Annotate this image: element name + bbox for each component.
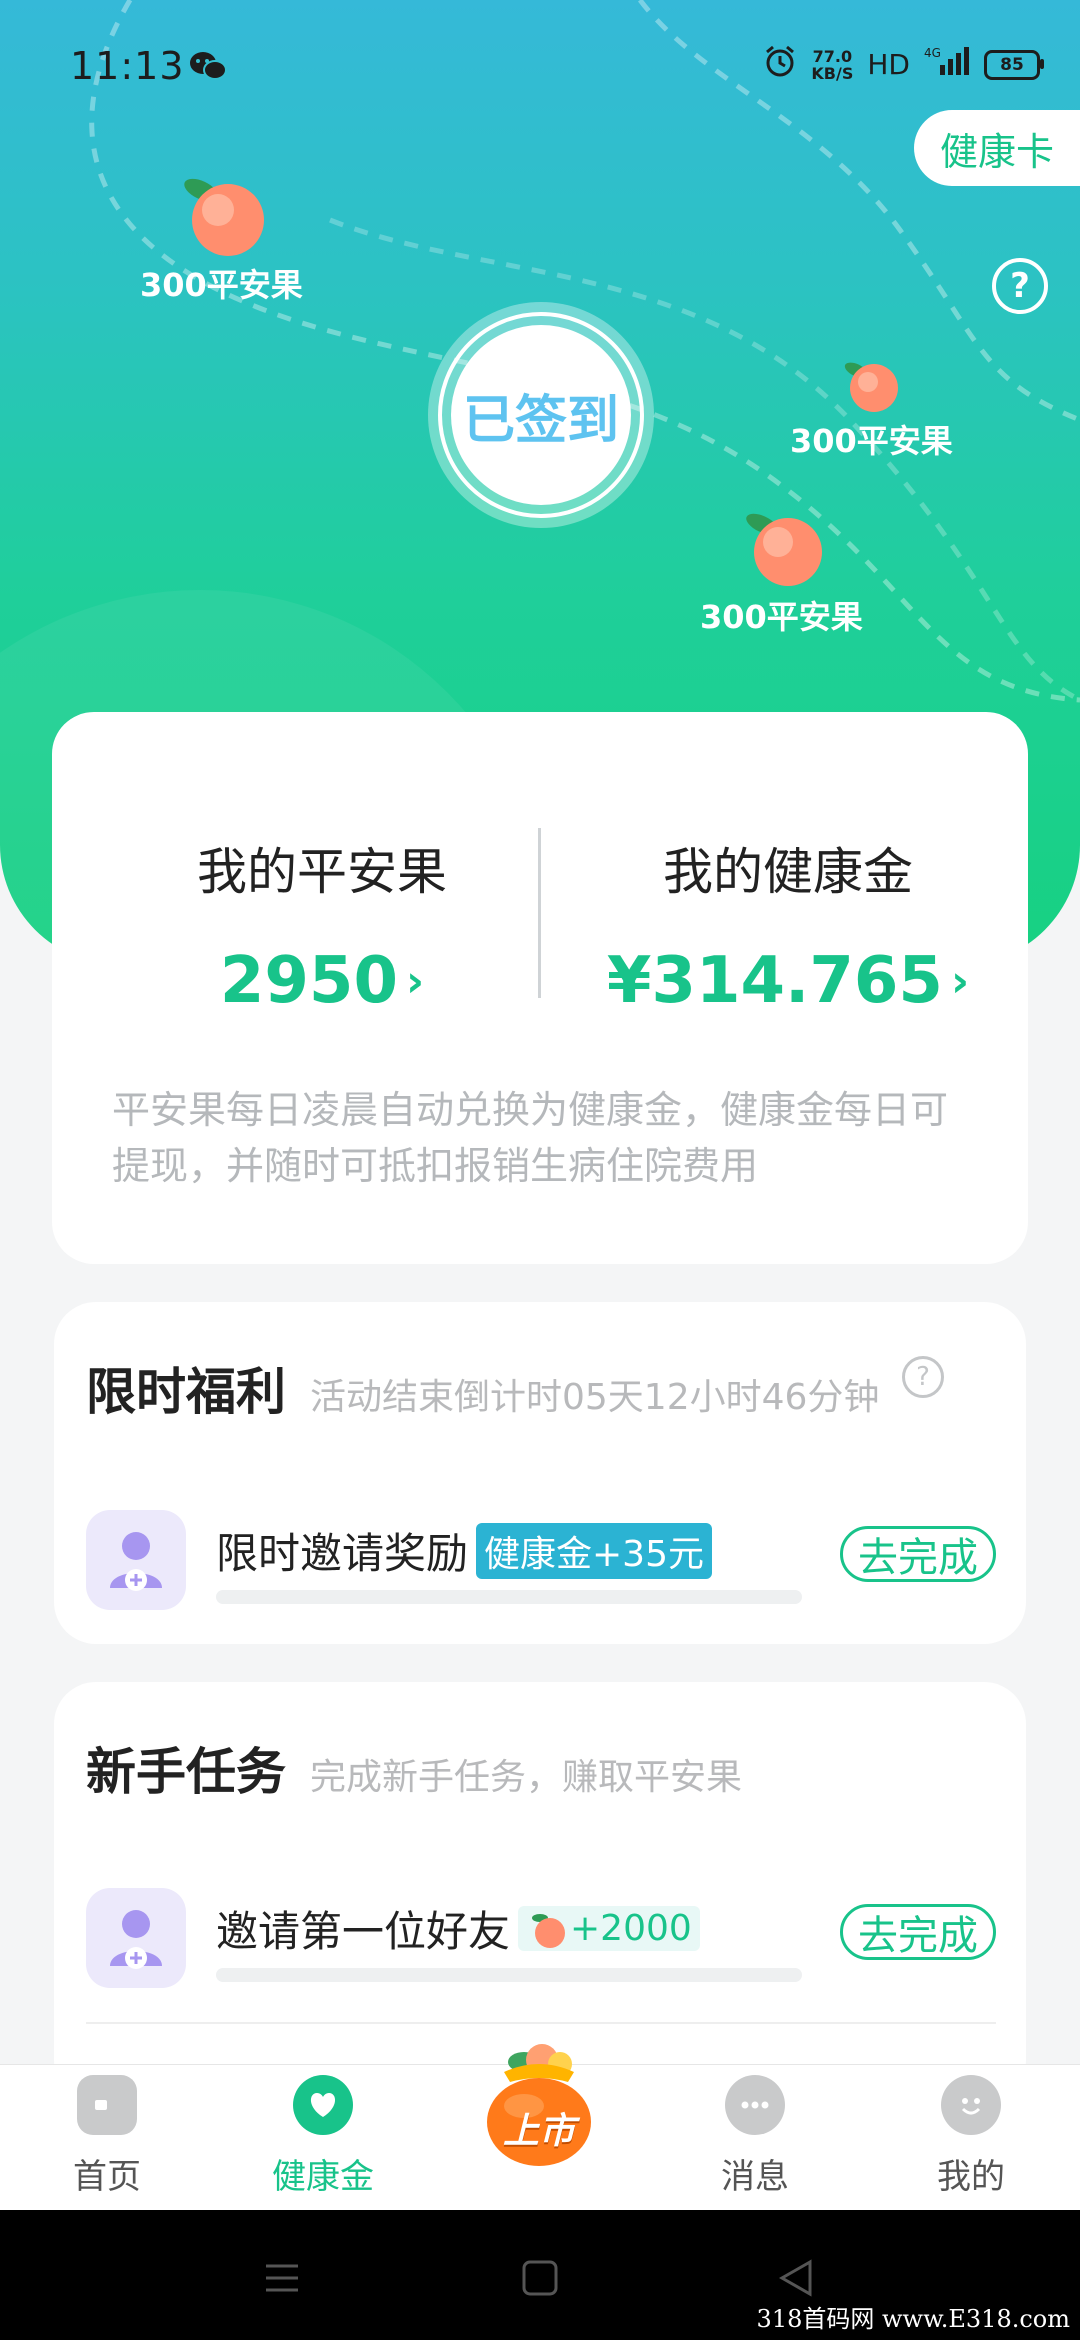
question-circle-icon[interactable]: ?: [992, 258, 1048, 314]
peach-icon: [746, 513, 823, 586]
fruit-label: 300平安果: [790, 422, 953, 460]
tab-home[interactable]: 首页: [32, 2075, 182, 2198]
invite-user-icon: [86, 1510, 186, 1610]
fruit-bubble[interactable]: 300平安果: [140, 170, 303, 306]
question-circle-icon[interactable]: ?: [902, 1356, 944, 1398]
reward-tag: +2000: [518, 1906, 700, 1951]
peace-fruit-summary[interactable]: 我的平安果 2950 ›: [102, 832, 542, 1018]
wechat-icon: [188, 50, 228, 86]
invite-user-icon: [86, 1888, 186, 1988]
home-icon: [77, 2075, 137, 2135]
chevron-right-icon: ›: [950, 956, 970, 1007]
peach-icon: [532, 1913, 566, 1948]
watermark: 318首码网 www.E318.com: [756, 2305, 1070, 2333]
exchange-note: 平安果每日凌晨自动兑换为健康金，健康金每日可提现，并随时可抵扣报销生病住院费用: [112, 1088, 949, 1188]
heart-icon: [293, 2075, 353, 2135]
peach-icon: [184, 178, 265, 256]
network-speed: 77.0 KB/S: [811, 46, 854, 83]
fruit-bubble[interactable]: 300平安果: [790, 356, 953, 462]
section-title: 新手任务: [86, 1743, 286, 1801]
fruit-label: 300平安果: [140, 266, 303, 304]
countdown-text: 活动结束倒计时05天12小时46分钟: [310, 1377, 880, 1418]
fruit-bubble[interactable]: 300平安果: [700, 506, 863, 638]
peace-fruit-title: 我的平安果: [197, 843, 447, 901]
peace-fruit-value: 2950 ›: [219, 944, 425, 1018]
tab-mine[interactable]: 我的: [896, 2075, 1046, 2198]
task-name: 邀请第一位好友 +2000: [216, 1898, 700, 1959]
alarm-icon: [763, 44, 797, 85]
task-row: 邀请第一位好友 +2000 去完成: [86, 1888, 996, 1998]
tab-health-gold[interactable]: 健康金: [248, 2075, 398, 2198]
clock: 11:13: [70, 44, 185, 88]
svg-text:4G: 4G: [924, 46, 941, 60]
go-complete-button[interactable]: 去完成: [840, 1526, 996, 1582]
chevron-right-icon: ›: [405, 956, 425, 1007]
divider: [86, 2022, 996, 2024]
status-bar: 11:13 77.0 KB/S HD 4G 85: [0, 0, 1080, 130]
peach-icon: [845, 362, 899, 412]
reward-tag: 健康金+35元: [476, 1522, 712, 1579]
limited-welfare-panel: 限时福利 活动结束倒计时05天12小时46分钟 ? 限时邀请奖励 健康金+35元…: [54, 1302, 1026, 1644]
section-title: 限时福利: [86, 1363, 286, 1421]
section-subtitle: 完成新手任务，赚取平安果: [310, 1757, 743, 1798]
back-triangle-icon[interactable]: [776, 2258, 816, 2302]
fruit-label: 300平安果: [700, 598, 863, 636]
balance-card: 我的平安果 2950 › 我的健康金 ¥314.765 › 平安果每日凌晨自动兑换为…: [52, 712, 1028, 1264]
task-progress-bar: [216, 1968, 802, 1982]
smile-face-icon: [941, 2075, 1001, 2135]
go-complete-button[interactable]: 去完成: [840, 1904, 996, 1960]
chat-bubble-icon: [725, 2075, 785, 2135]
system-navigation-bar: 318首码网 www.E318.com: [0, 2210, 1080, 2340]
battery-indicator: 85: [984, 49, 1044, 80]
task-name: 限时邀请奖励 健康金+35元: [216, 1520, 712, 1581]
menu-icon[interactable]: [262, 2258, 302, 2302]
home-square-icon[interactable]: [520, 2258, 560, 2302]
ipo-button[interactable]: 上市: [464, 2036, 614, 2176]
task-row: 限时邀请奖励 健康金+35元 去完成: [86, 1510, 996, 1620]
health-gold-title: 我的健康金: [663, 843, 913, 901]
health-gold-value: ¥314.765 ›: [606, 944, 970, 1018]
signal-icon: 4G: [924, 45, 970, 84]
hd-indicator: HD: [867, 48, 910, 81]
divider: [538, 828, 541, 998]
health-gold-summary[interactable]: 我的健康金 ¥314.765 ›: [568, 832, 1008, 1018]
sign-in-label: 已签到: [451, 325, 631, 505]
tab-messages[interactable]: 消息: [680, 2075, 830, 2198]
ipo-label: 上市: [502, 2111, 575, 2152]
sign-in-button[interactable]: 已签到: [428, 302, 654, 528]
health-card-button[interactable]: 健康卡: [914, 110, 1080, 186]
sign-in-ring: 已签到: [438, 312, 644, 518]
task-progress-bar: [216, 1590, 802, 1604]
